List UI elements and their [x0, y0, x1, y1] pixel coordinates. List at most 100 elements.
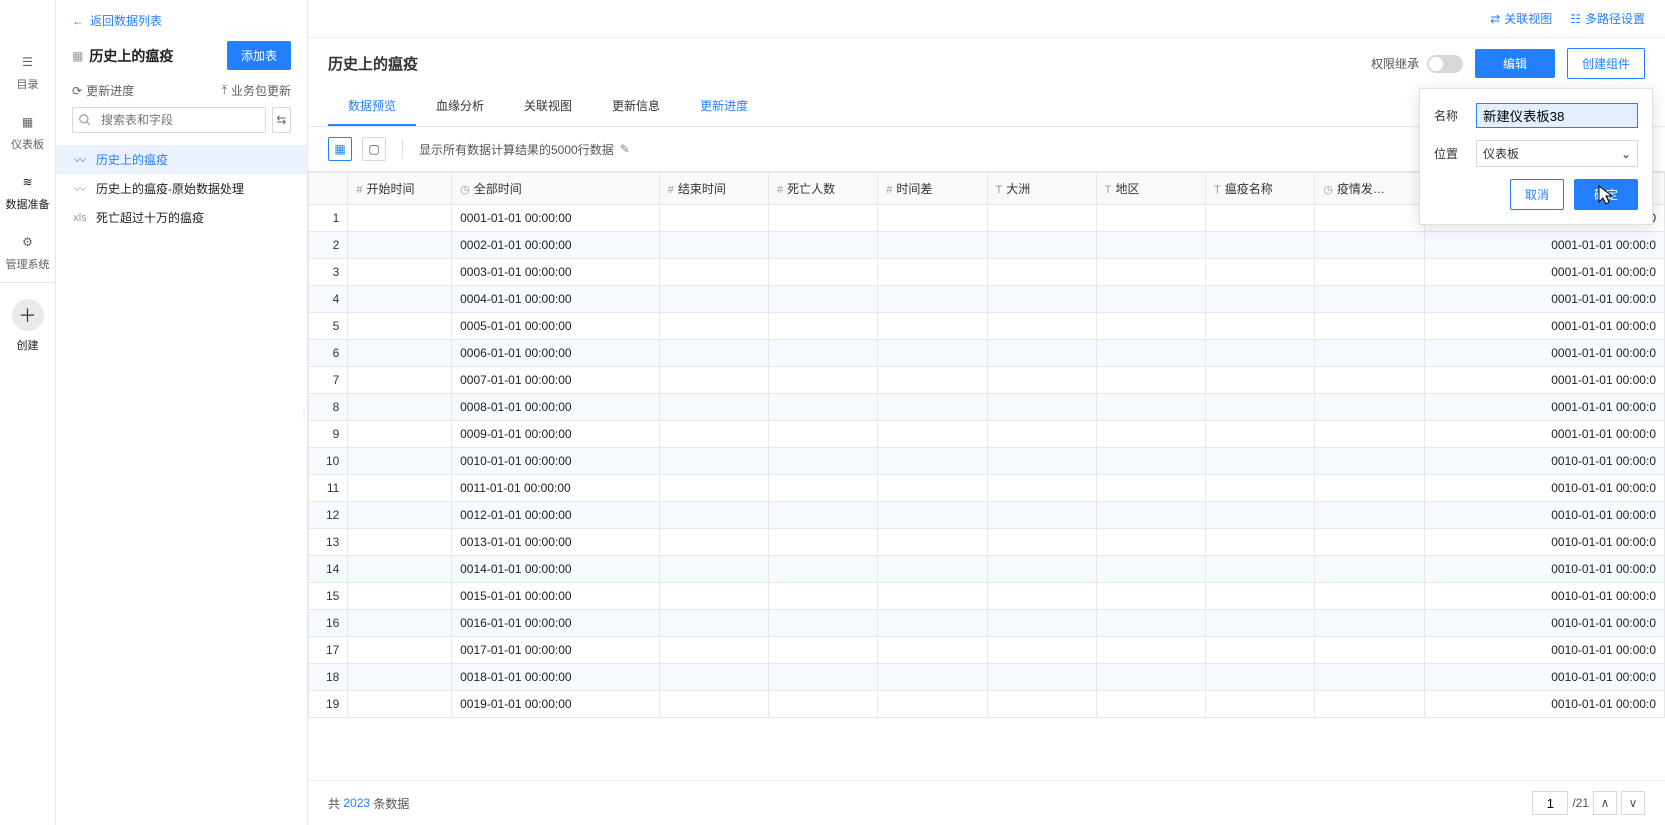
th-label: 时间差 — [896, 182, 932, 196]
table-row[interactable]: 70007-01-01 00:00:000001-01-01 00:00:0 — [309, 367, 1665, 394]
cell-alltime: 0010-01-01 00:00:00 — [452, 448, 660, 475]
permission-inherit-toggle[interactable] — [1427, 55, 1463, 73]
cell-starttime — [348, 205, 452, 232]
cell-alltime: 0005-01-01 00:00:00 — [452, 313, 660, 340]
search-input[interactable] — [72, 107, 266, 133]
table-tree: 〰历史上的瘟疫〰历史上的瘟疫-原始数据处理xls死亡超过十万的瘟疫 — [56, 141, 307, 236]
th-col-1[interactable]: ◷全部时间 — [452, 173, 660, 205]
edit-button[interactable]: 编辑 — [1475, 49, 1555, 78]
rail-item-1[interactable]: ▦仪表板 — [0, 102, 56, 162]
table-row[interactable]: 60006-01-01 00:00:000001-01-01 00:00:0 — [309, 340, 1665, 367]
table-row[interactable]: 50005-01-01 00:00:000001-01-01 00:00:0 — [309, 313, 1665, 340]
page-next-button[interactable]: ∨ — [1621, 791, 1645, 815]
tab-1[interactable]: 血缘分析 — [416, 87, 504, 126]
add-table-button[interactable]: 添加表 — [227, 41, 291, 70]
table-row[interactable]: 170017-01-01 00:00:000010-01-01 00:00:0 — [309, 637, 1665, 664]
create-button[interactable]: ＋ — [12, 299, 44, 331]
popover-name-input[interactable] — [1476, 103, 1638, 128]
cell-alltime: 0007-01-01 00:00:00 — [452, 367, 660, 394]
table-row[interactable]: 100010-01-01 00:00:000010-01-01 00:00:0 — [309, 448, 1665, 475]
tab-0[interactable]: 数据预览 — [328, 87, 416, 126]
tree-item-2[interactable]: xls死亡超过十万的瘟疫 — [56, 203, 307, 232]
col-type-icon: ◷ — [1323, 184, 1333, 196]
rail-item-0[interactable]: ☰目录 — [0, 42, 56, 102]
col-type-icon: # — [777, 184, 783, 196]
cell-rownum: 2 — [309, 232, 348, 259]
table-row[interactable]: 180018-01-01 00:00:000010-01-01 00:00:0 — [309, 664, 1665, 691]
table-row[interactable]: 140014-01-01 00:00:000010-01-01 00:00:0 — [309, 556, 1665, 583]
card-view-icon[interactable]: ▢ — [362, 137, 386, 161]
cell-blank — [987, 421, 1096, 448]
tab-3[interactable]: 更新信息 — [592, 87, 680, 126]
multi-path-link[interactable]: ☷ 多路径设置 — [1570, 10, 1645, 27]
th-col-4[interactable]: #时间差 — [878, 173, 987, 205]
tree-item-1[interactable]: 〰历史上的瘟疫-原始数据处理 — [56, 174, 307, 203]
cell-occur: 0001-01-01 00:00:0 — [1424, 232, 1664, 259]
cell-starttime — [348, 610, 452, 637]
data-table-wrap[interactable]: #开始时间◷全部时间#结束时间#死亡人数#时间差T大洲T地区T瘟疫名称◷疫情发…… — [308, 171, 1665, 780]
col-type-icon: # — [668, 184, 674, 196]
table-row[interactable]: 130013-01-01 00:00:000010-01-01 00:00:0 — [309, 529, 1665, 556]
cell-blank — [1315, 502, 1424, 529]
chevron-down-icon: ⌄ — [1621, 147, 1631, 161]
tree-item-0[interactable]: 〰历史上的瘟疫 — [56, 145, 307, 174]
association-view-link[interactable]: ⇄ 关联视图 — [1490, 10, 1552, 27]
back-label: 返回数据列表 — [90, 12, 162, 29]
table-row[interactable]: 30003-01-01 00:00:000001-01-01 00:00:0 — [309, 259, 1665, 286]
th-col-2[interactable]: # 结束时间 — [659, 173, 768, 205]
update-progress-link[interactable]: ⟳ 更新进度 — [72, 82, 134, 99]
sidebar-resize-handle[interactable]: ⋮ — [299, 407, 309, 418]
cell-blank — [768, 610, 877, 637]
page-input[interactable] — [1532, 791, 1568, 815]
cell-blank — [878, 259, 987, 286]
cell-blank — [1096, 286, 1205, 313]
rail-icon-2: ≋ — [18, 172, 38, 192]
popover-location-value: 仪表板 — [1483, 145, 1519, 162]
cell-rownum: 19 — [309, 691, 348, 718]
page-prev-button[interactable]: ∧ — [1593, 791, 1617, 815]
popover-confirm-button[interactable]: 确定 — [1574, 179, 1638, 210]
cell-alltime: 0011-01-01 00:00:00 — [452, 475, 660, 502]
th-col-5[interactable]: T大洲 — [987, 173, 1096, 205]
package-update-link[interactable]: ⤒ 业务包更新 — [222, 82, 291, 99]
cell-rownum: 3 — [309, 259, 348, 286]
th-label: 结束时间 — [678, 182, 726, 196]
tab-4[interactable]: 更新进度 — [680, 87, 768, 126]
table-row[interactable]: 20002-01-01 00:00:000001-01-01 00:00:0 — [309, 232, 1665, 259]
table-view-icon[interactable]: ▦ — [328, 137, 352, 161]
table-row[interactable]: 190019-01-01 00:00:000010-01-01 00:00:0 — [309, 691, 1665, 718]
cell-blank — [1315, 448, 1424, 475]
cell-blank — [768, 367, 877, 394]
cell-blank — [1096, 421, 1205, 448]
th-col-8[interactable]: ◷疫情发… — [1315, 173, 1424, 205]
th-col-0[interactable]: #开始时间 — [348, 173, 452, 205]
create-widget-button[interactable]: 创建组件 — [1567, 48, 1645, 79]
cell-blank — [878, 475, 987, 502]
cell-occur: 0010-01-01 00:00:0 — [1424, 475, 1664, 502]
rail-icon-1: ▦ — [18, 112, 38, 132]
th-col-7[interactable]: T瘟疫名称 — [1206, 173, 1315, 205]
tab-2[interactable]: 关联视图 — [504, 87, 592, 126]
cell-blank — [768, 259, 877, 286]
table-row[interactable]: 110011-01-01 00:00:000010-01-01 00:00:0 — [309, 475, 1665, 502]
table-row[interactable]: 150015-01-01 00:00:000010-01-01 00:00:0 — [309, 583, 1665, 610]
cell-blank — [878, 340, 987, 367]
th-col-3[interactable]: #死亡人数 — [768, 173, 877, 205]
rail-item-2[interactable]: ≋数据准备 — [0, 162, 56, 222]
table-row[interactable]: 90009-01-01 00:00:000001-01-01 00:00:0 — [309, 421, 1665, 448]
cell-blank — [659, 340, 768, 367]
table-row[interactable]: 40004-01-01 00:00:000001-01-01 00:00:0 — [309, 286, 1665, 313]
popover-location-select[interactable]: 仪表板 ⌄ — [1476, 140, 1638, 167]
table-row[interactable]: 80008-01-01 00:00:000001-01-01 00:00:0 — [309, 394, 1665, 421]
rail-item-3[interactable]: ⚙管理系统 — [0, 222, 56, 283]
table-row[interactable]: 160016-01-01 00:00:000010-01-01 00:00:0 — [309, 610, 1665, 637]
th-col-6[interactable]: T地区 — [1096, 173, 1205, 205]
popover-cancel-button[interactable]: 取消 — [1510, 179, 1564, 210]
back-link[interactable]: ← 返回数据列表 — [72, 12, 162, 29]
cell-alltime: 0004-01-01 00:00:00 — [452, 286, 660, 313]
filter-icon[interactable]: ⇆ — [272, 107, 291, 133]
edit-rowcount-icon[interactable]: ✎ — [620, 142, 630, 156]
cell-occur: 0010-01-01 00:00:0 — [1424, 448, 1664, 475]
table-row[interactable]: 120012-01-01 00:00:000010-01-01 00:00:0 — [309, 502, 1665, 529]
permission-inherit-toggle-wrap: 权限继承 — [1371, 55, 1463, 73]
